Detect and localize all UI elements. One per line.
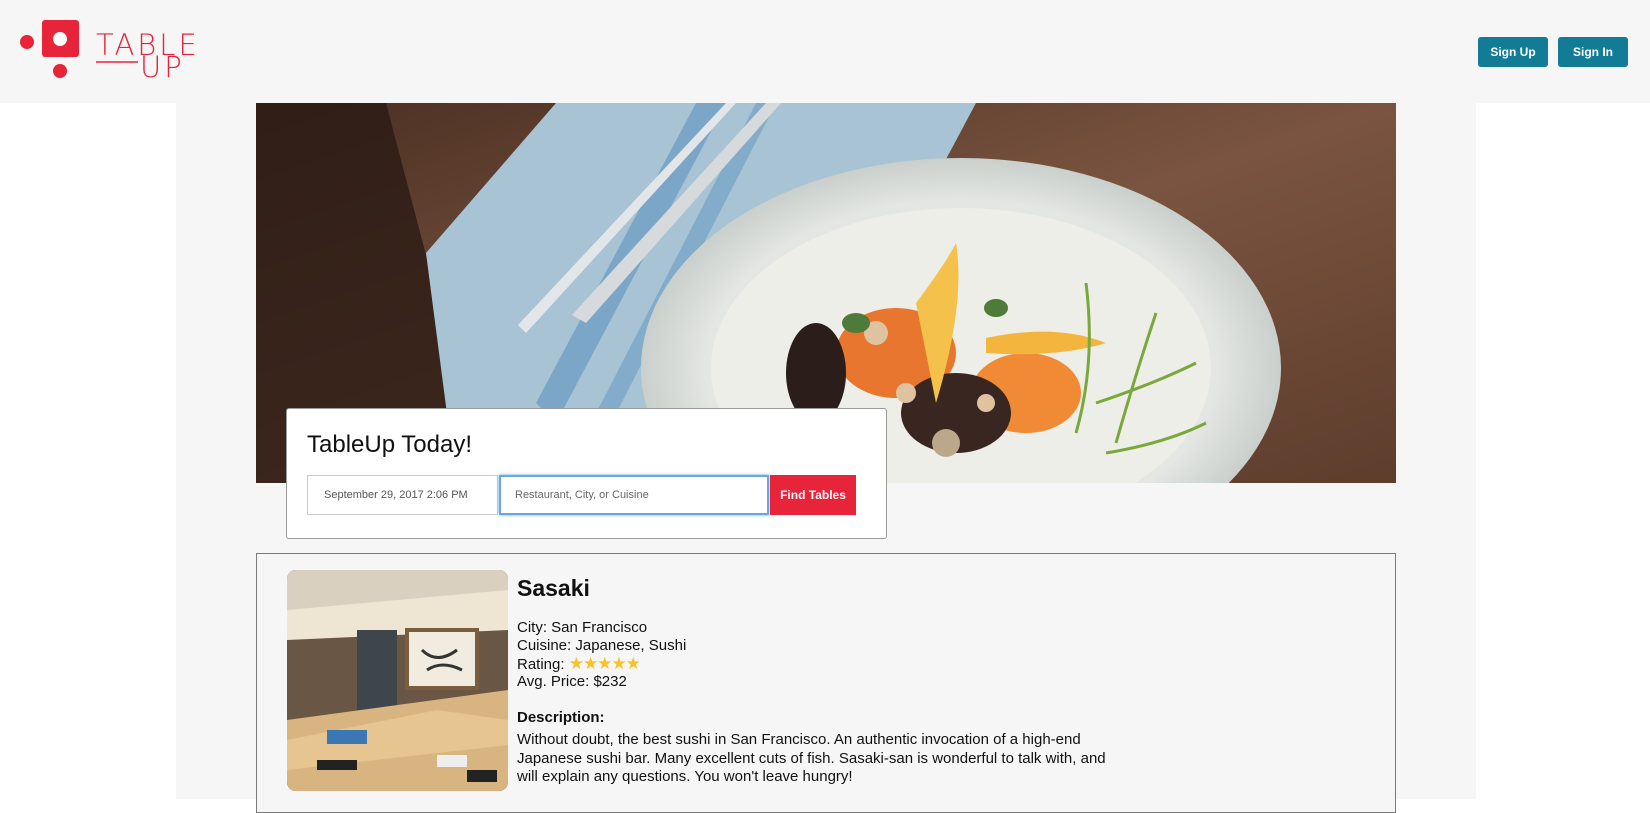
price-label: Avg. Price: bbox=[517, 673, 590, 690]
description-label: Description: bbox=[517, 709, 605, 726]
star-rating-icon: ★★★★★ bbox=[568, 654, 641, 673]
rating-label: Rating: bbox=[517, 656, 565, 673]
restaurant-avg-price: Avg. Price: $232 bbox=[517, 673, 627, 691]
search-title: TableUp Today! bbox=[307, 431, 472, 458]
restaurant-photo[interactable] bbox=[287, 570, 508, 791]
cuisine-label: Cuisine: bbox=[517, 637, 572, 654]
city-label: City: bbox=[517, 619, 547, 636]
restaurant-name[interactable]: Sasaki bbox=[517, 575, 590, 602]
price-value: $232 bbox=[593, 673, 627, 690]
date-time-picker[interactable]: September 29, 2017 2:06 PM bbox=[307, 475, 498, 515]
cuisine-value: Japanese, Sushi bbox=[575, 637, 687, 654]
restaurant-result-card[interactable]: Sasaki City: San Francisco Cuisine: Japa… bbox=[256, 553, 1396, 813]
find-tables-button[interactable]: Find Tables bbox=[770, 475, 856, 515]
search-query-input[interactable] bbox=[499, 475, 769, 515]
restaurant-cuisine: Cuisine: Japanese, Sushi bbox=[517, 637, 686, 655]
restaurant-city: City: San Francisco bbox=[517, 619, 647, 637]
restaurant-interior-illustration bbox=[287, 570, 508, 791]
restaurant-rating: Rating: ★★★★★ bbox=[517, 654, 641, 674]
sign-up-button[interactable]: Sign Up bbox=[1478, 37, 1548, 67]
sign-in-button[interactable]: Sign In bbox=[1558, 37, 1628, 67]
restaurant-description: Without doubt, the best sushi in San Fra… bbox=[517, 731, 1106, 785]
search-card: TableUp Today! September 29, 2017 2:06 P… bbox=[286, 408, 887, 539]
tableup-logo[interactable]: TABLE UP bbox=[18, 20, 198, 84]
top-header: TABLE UP Sign Up Sign In bbox=[0, 0, 1650, 103]
city-value: San Francisco bbox=[551, 619, 648, 636]
logo-line-decoration bbox=[96, 61, 138, 63]
